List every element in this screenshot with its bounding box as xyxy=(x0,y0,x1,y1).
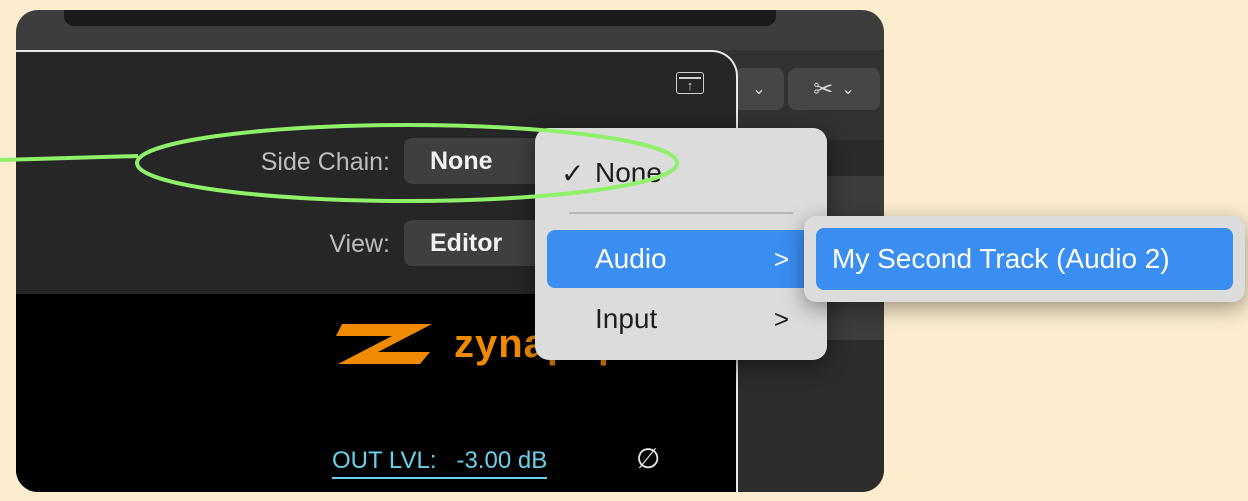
menu-item-label: None xyxy=(595,157,662,188)
track-area xyxy=(716,340,884,492)
zynaptiq-logo-icon xyxy=(336,324,432,364)
out-level-label: OUT LVL: xyxy=(332,447,437,474)
out-level-control[interactable]: OUT LVL: -3.00 dB xyxy=(332,447,548,479)
chevron-right-icon: > xyxy=(773,243,789,274)
menu-item-none[interactable]: ✓ None xyxy=(547,144,815,202)
submenu-item-my-second-track[interactable]: My Second Track (Audio 2) xyxy=(816,228,1233,290)
audio-submenu: My Second Track (Audio 2) xyxy=(804,216,1245,302)
view-popup[interactable]: Editor xyxy=(404,220,552,266)
chevron-down-icon: ⌄ xyxy=(752,81,766,98)
menu-item-input[interactable]: Input > xyxy=(547,290,815,348)
scissors-tool-button[interactable]: ✂ ⌄ xyxy=(788,68,880,110)
title-bar xyxy=(64,10,776,26)
view-label: View: xyxy=(329,230,390,258)
menu-item-label: Audio xyxy=(595,243,667,274)
side-chain-value: None xyxy=(430,146,493,175)
out-level-value: -3.00 dB xyxy=(456,447,548,474)
chevron-down-icon: ⌄ xyxy=(841,81,855,98)
side-chain-popup[interactable]: None xyxy=(404,138,552,184)
checkmark-icon: ✓ xyxy=(561,157,585,189)
side-chain-menu: ✓ None Audio > Input > xyxy=(535,128,827,360)
float-window-icon[interactable]: ↑ xyxy=(676,72,704,94)
scissors-icon: ✂ xyxy=(813,75,834,103)
view-value: Editor xyxy=(430,228,503,257)
menu-item-audio[interactable]: Audio > xyxy=(547,230,815,288)
menu-separator xyxy=(569,212,793,214)
phase-invert-icon[interactable]: ∅ xyxy=(636,442,660,475)
chevron-right-icon: > xyxy=(773,303,789,334)
menu-item-label: Input xyxy=(595,303,658,334)
side-chain-label: Side Chain: xyxy=(260,148,390,176)
toolbar-dropdown-button[interactable]: ⌄ xyxy=(734,68,784,110)
